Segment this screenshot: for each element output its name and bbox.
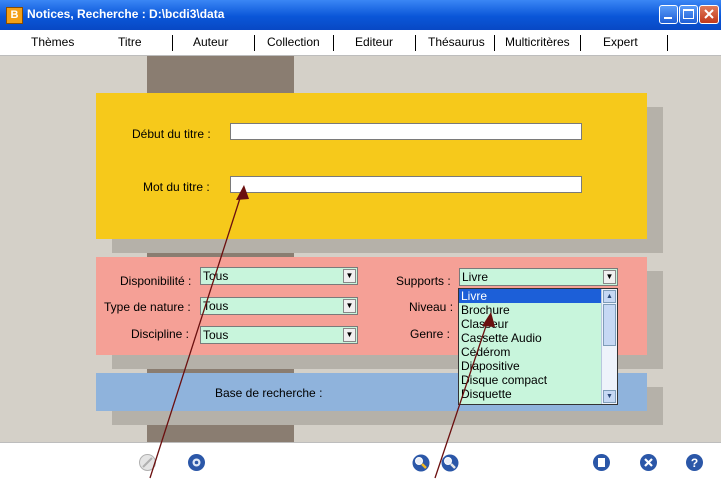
arrowhead-icon: [482, 312, 495, 327]
arrowhead-icon: [236, 185, 249, 200]
annotation-arrow-line: [434, 319, 489, 479]
annotation-arrows: [149, 185, 495, 479]
annotation-arrow-line: [149, 191, 243, 479]
